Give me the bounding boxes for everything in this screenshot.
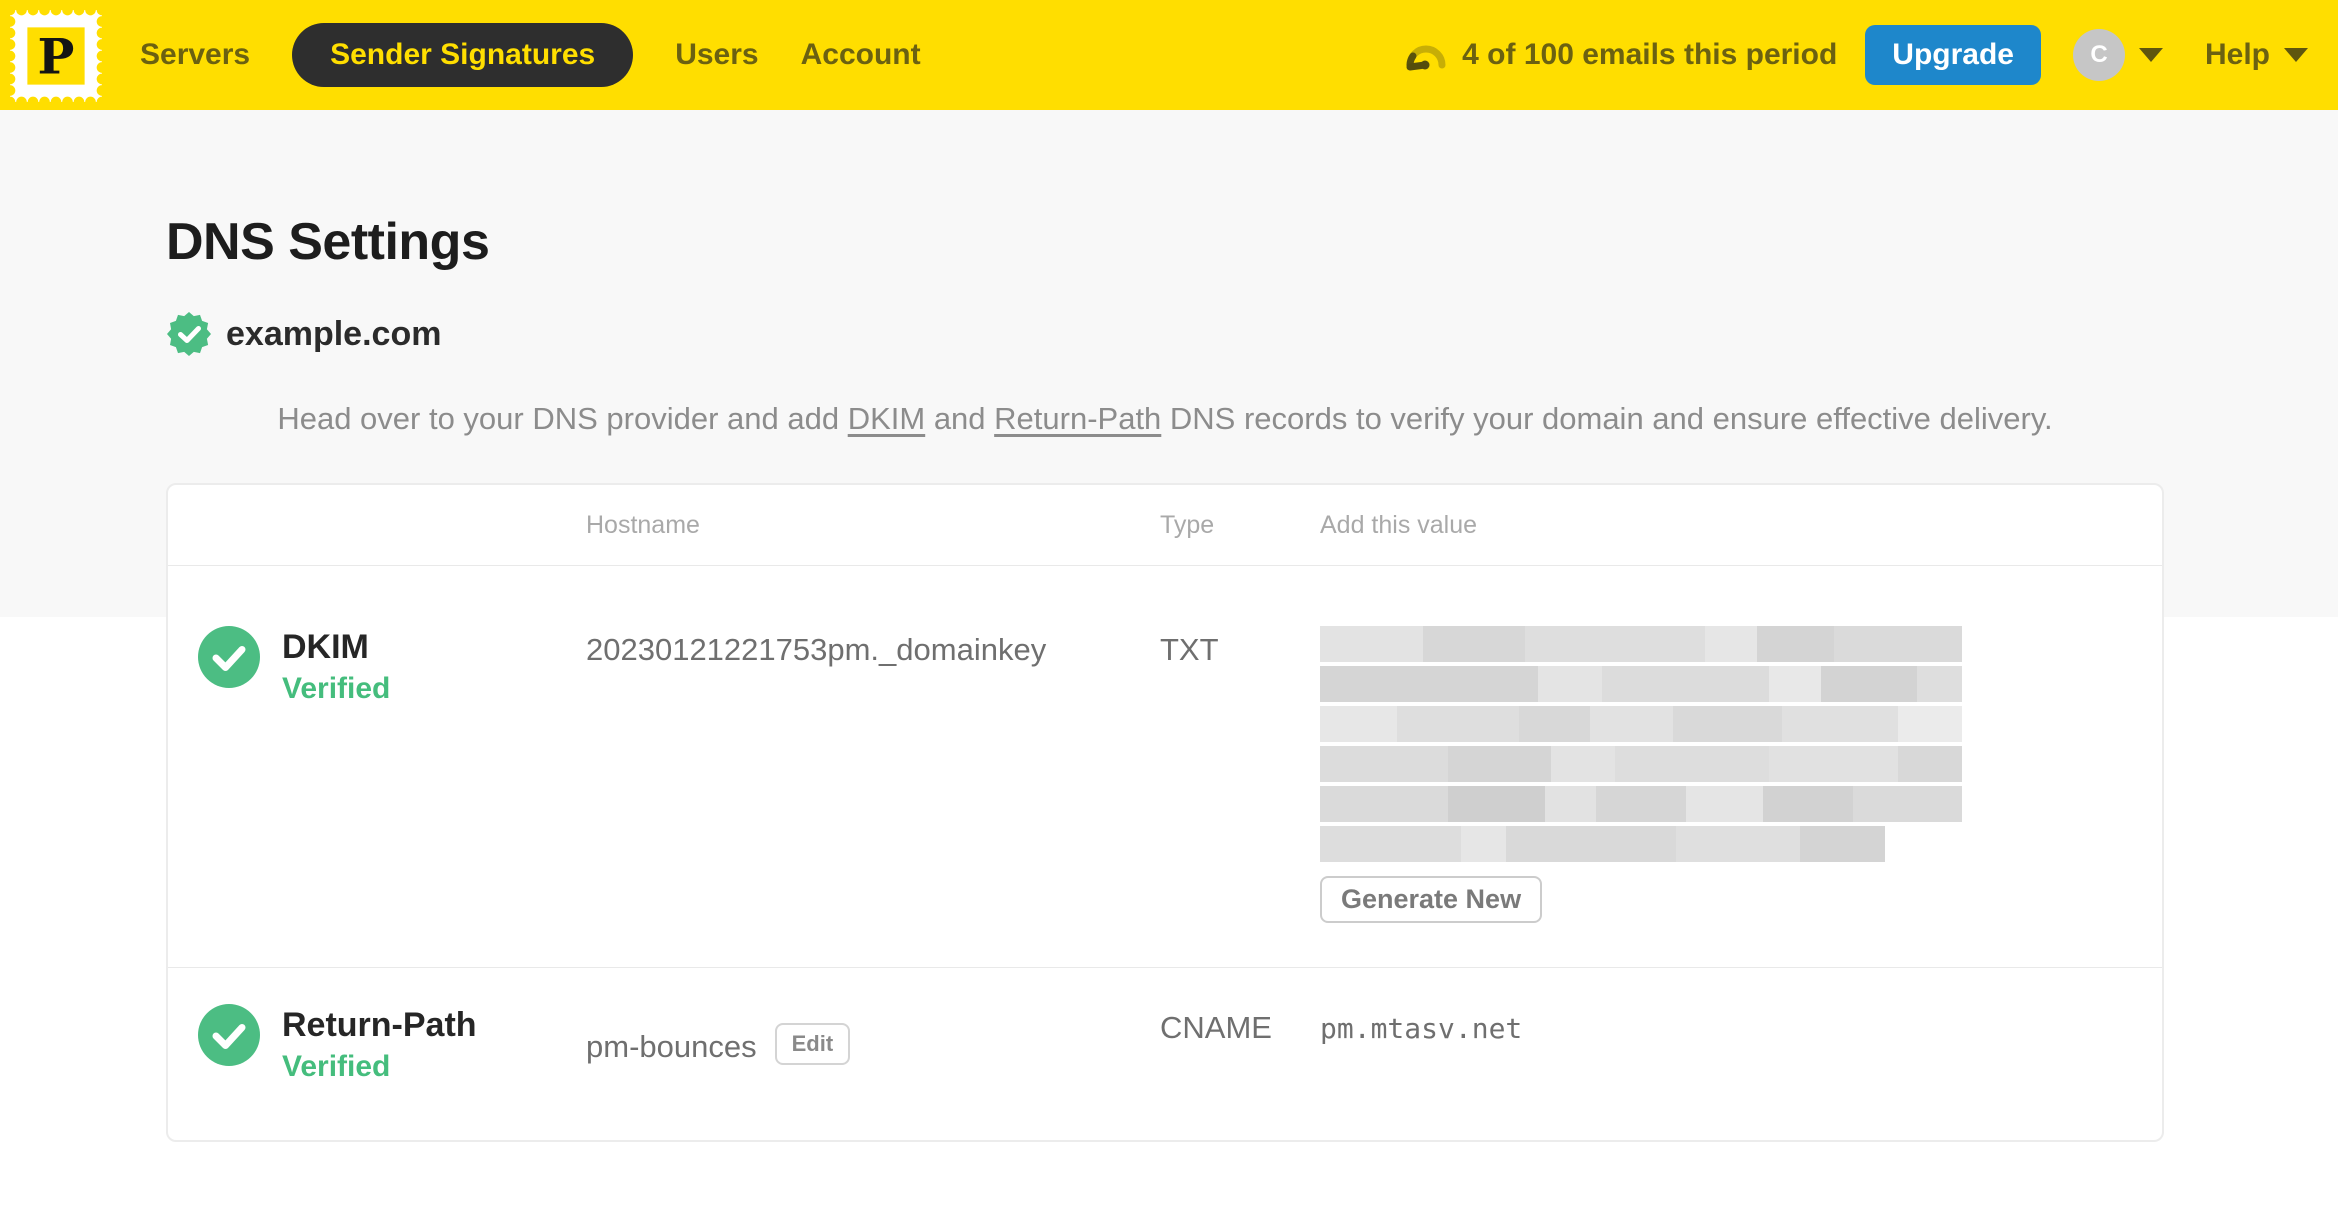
record-name: DKIM — [282, 628, 369, 667]
nav-item-servers[interactable]: Servers — [140, 38, 250, 72]
instructions-text: Head over to your DNS provider and add D… — [166, 395, 2164, 443]
header-type: Type — [1160, 510, 1215, 539]
nav-item-sender-signatures[interactable]: Sender Signatures — [292, 23, 634, 87]
verified-domain-badge-icon — [167, 312, 211, 357]
help-menu[interactable]: Help — [2205, 38, 2308, 72]
verified-check-icon — [198, 1004, 260, 1067]
header-add-this-value: Add this value — [1320, 510, 1478, 539]
postmark-logo-icon[interactable]: P — [10, 10, 102, 102]
main-content: DNS Settings example.com Head over to yo… — [0, 110, 2338, 1222]
dkim-type: TXT — [1160, 632, 1219, 668]
help-chevron-down-icon — [2284, 48, 2308, 62]
user-avatar[interactable]: C — [2072, 29, 2125, 81]
return-path-hostname: pm-bounces — [586, 1029, 757, 1065]
usage-gauge-icon — [1406, 45, 1446, 71]
page-title: DNS Settings — [166, 213, 490, 271]
usage-counter: 4 of 100 emails this period — [1462, 38, 1838, 71]
return-path-name-stack: Return-Path Verified — [282, 1004, 477, 1084]
return-path-value: pm.mtasv.net — [1320, 1012, 1523, 1046]
status-badge: Verified — [282, 672, 391, 706]
dkim-value-cell: Generate New — [1320, 626, 2162, 924]
svg-text:P: P — [38, 27, 75, 85]
instructions-part: DNS records to verify your domain and en… — [1161, 401, 2053, 437]
help-label: Help — [2204, 38, 2270, 71]
dns-settings-page: P Servers Sender Signatures Users Accoun… — [0, 0, 2338, 1222]
primary-nav: Servers Sender Signatures Users Account — [140, 23, 921, 87]
instructions-part: and — [925, 401, 995, 437]
table-row-dkim: DKIM Verified 20230121221753pm._domainke… — [168, 565, 2162, 967]
return-path-hostname-cell: pm-bounces Edit — [586, 1004, 1160, 1084]
domain-name: example.com — [226, 314, 442, 353]
verified-check-icon — [198, 626, 260, 689]
header-hostname: Hostname — [586, 510, 700, 539]
upgrade-button[interactable]: Upgrade — [1865, 25, 2041, 85]
navbar-right-group: 4 of 100 emails this period Upgrade C He… — [1404, 25, 2308, 85]
status-badge: Verified — [282, 1050, 391, 1084]
table-row-return-path: Return-Path Verified pm-bounces Edit CNA… — [168, 967, 2162, 1140]
top-navbar: P Servers Sender Signatures Users Accoun… — [0, 0, 2338, 110]
table-header-row: Hostname Type Add this value — [168, 485, 2162, 565]
dkim-name-cell: DKIM Verified — [168, 626, 586, 923]
edit-button[interactable]: Edit — [774, 1023, 851, 1066]
dkim-hostname: 20230121221753pm._domainkey — [586, 632, 1047, 668]
dkim-name-stack: DKIM Verified — [282, 626, 390, 706]
return-path-link[interactable]: Return-Path — [994, 401, 1161, 436]
return-path-name-cell: Return-Path Verified — [168, 1004, 586, 1084]
dns-records-card: Hostname Type Add this value DKIM Verifi… — [166, 483, 2164, 1143]
record-name: Return-Path — [282, 1006, 477, 1045]
dkim-link[interactable]: DKIM — [848, 401, 926, 436]
generate-new-button[interactable]: Generate New — [1320, 876, 1543, 924]
redacted-value — [1320, 626, 1962, 863]
nav-item-users[interactable]: Users — [675, 38, 758, 72]
instructions-part: Head over to your DNS provider and add — [277, 401, 848, 437]
domain-row: example.com — [166, 311, 2338, 357]
return-path-type: CNAME — [1160, 1010, 1272, 1046]
nav-item-account[interactable]: Account — [801, 38, 921, 72]
account-chevron-down-icon[interactable] — [2138, 48, 2163, 62]
